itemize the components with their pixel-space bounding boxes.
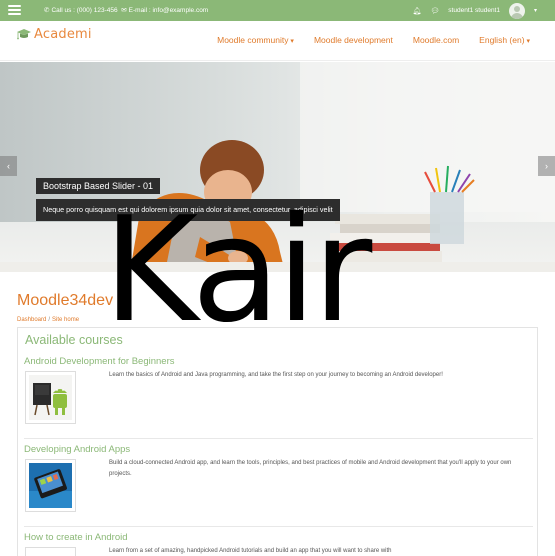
breadcrumb: Dashboard / Site home <box>17 317 80 323</box>
email-text: E-mail : info@example.com <box>128 7 209 14</box>
divider <box>24 526 533 527</box>
divider <box>24 438 533 439</box>
main-nav: Moodle community Moodle development Mood… <box>217 35 530 45</box>
top-bar: ✆ Call us : (000) 123-456 ✉ E-mail : info@… <box>0 0 555 21</box>
watermark-text: Kair <box>103 186 372 355</box>
mail-icon: ✉ <box>121 7 127 14</box>
course-item: Android Development for Beginners Learn … <box>24 356 533 436</box>
breadcrumb-dashboard[interactable]: Dashboard <box>17 317 46 323</box>
user-name[interactable]: student1 student1 <box>448 7 500 14</box>
course-name[interactable]: Android Development for Beginners <box>24 356 533 367</box>
phone-icon: ✆ <box>44 7 50 14</box>
chevron-down-icon[interactable]: ▾ <box>534 7 537 14</box>
course-name[interactable]: Developing Android Apps <box>24 444 533 455</box>
available-courses-panel: Available courses Android Development fo… <box>17 327 538 556</box>
chat-icon[interactable]: 💬︎ <box>430 7 439 15</box>
slider-next-button[interactable]: › <box>538 156 555 176</box>
nav-moodle-community[interactable]: Moodle community <box>217 35 294 45</box>
course-summary: Learn from a set of amazing, handpicked … <box>109 548 392 554</box>
slider-prev-button[interactable]: ‹ <box>0 156 17 176</box>
phone-text: Call us : (000) 123-456 <box>51 7 118 14</box>
course-item: Developing Android Apps Build a cloud-co… <box>24 444 533 524</box>
graduation-cap-icon <box>17 29 31 40</box>
course-summary: Build a cloud-connected Android app, and… <box>109 460 512 477</box>
nav-language[interactable]: English (en) <box>479 35 530 45</box>
course-image[interactable] <box>25 459 76 512</box>
course-item: How to create in Android Learn from a se… <box>24 532 533 556</box>
user-avatar[interactable] <box>508 2 525 19</box>
course-image[interactable] <box>25 547 76 556</box>
logo-text: Academi <box>34 26 92 42</box>
logo[interactable]: Academi <box>16 26 92 42</box>
course-image[interactable] <box>25 371 76 424</box>
course-summary: Learn the basics of Android and Java pro… <box>109 372 443 378</box>
breadcrumb-site-home[interactable]: Site home <box>52 317 79 323</box>
bell-icon[interactable]: 🔔︎ <box>413 7 422 15</box>
site-header: Academi Moodle community Moodle developm… <box>0 21 555 61</box>
menu-icon[interactable] <box>8 5 21 15</box>
nav-moodle-com[interactable]: Moodle.com <box>413 35 459 45</box>
course-name[interactable]: How to create in Android <box>24 532 533 543</box>
contact-info: ✆ Call us : (000) 123-456 ✉ E-mail : info@… <box>44 6 208 14</box>
android-board-icon <box>29 375 72 420</box>
nav-moodle-development[interactable]: Moodle development <box>314 35 393 45</box>
android-phone-icon <box>29 463 72 508</box>
